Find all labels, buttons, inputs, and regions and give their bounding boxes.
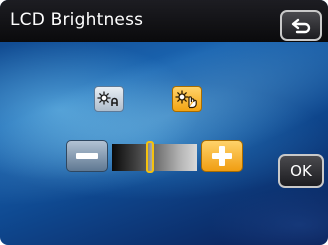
plus-icon xyxy=(212,146,232,166)
title-bar: LCD Brightness xyxy=(0,0,328,42)
sun-auto-icon xyxy=(96,89,122,109)
back-button[interactable] xyxy=(280,10,322,41)
increase-brightness-button[interactable] xyxy=(201,140,243,172)
brightness-slider-thumb[interactable] xyxy=(146,141,155,173)
minus-icon xyxy=(76,152,98,160)
sun-hand-icon xyxy=(174,89,200,109)
manual-brightness-button[interactable] xyxy=(172,86,202,112)
brightness-slider-track[interactable] xyxy=(112,144,197,171)
ok-button[interactable]: OK xyxy=(278,154,324,188)
ok-label: OK xyxy=(290,162,312,180)
decrease-brightness-button[interactable] xyxy=(66,140,108,172)
auto-brightness-button[interactable] xyxy=(94,86,124,112)
return-arrow-icon xyxy=(290,18,312,34)
page-title: LCD Brightness xyxy=(10,10,144,30)
lcd-brightness-screen: LCD Brightness OK xyxy=(0,0,328,245)
